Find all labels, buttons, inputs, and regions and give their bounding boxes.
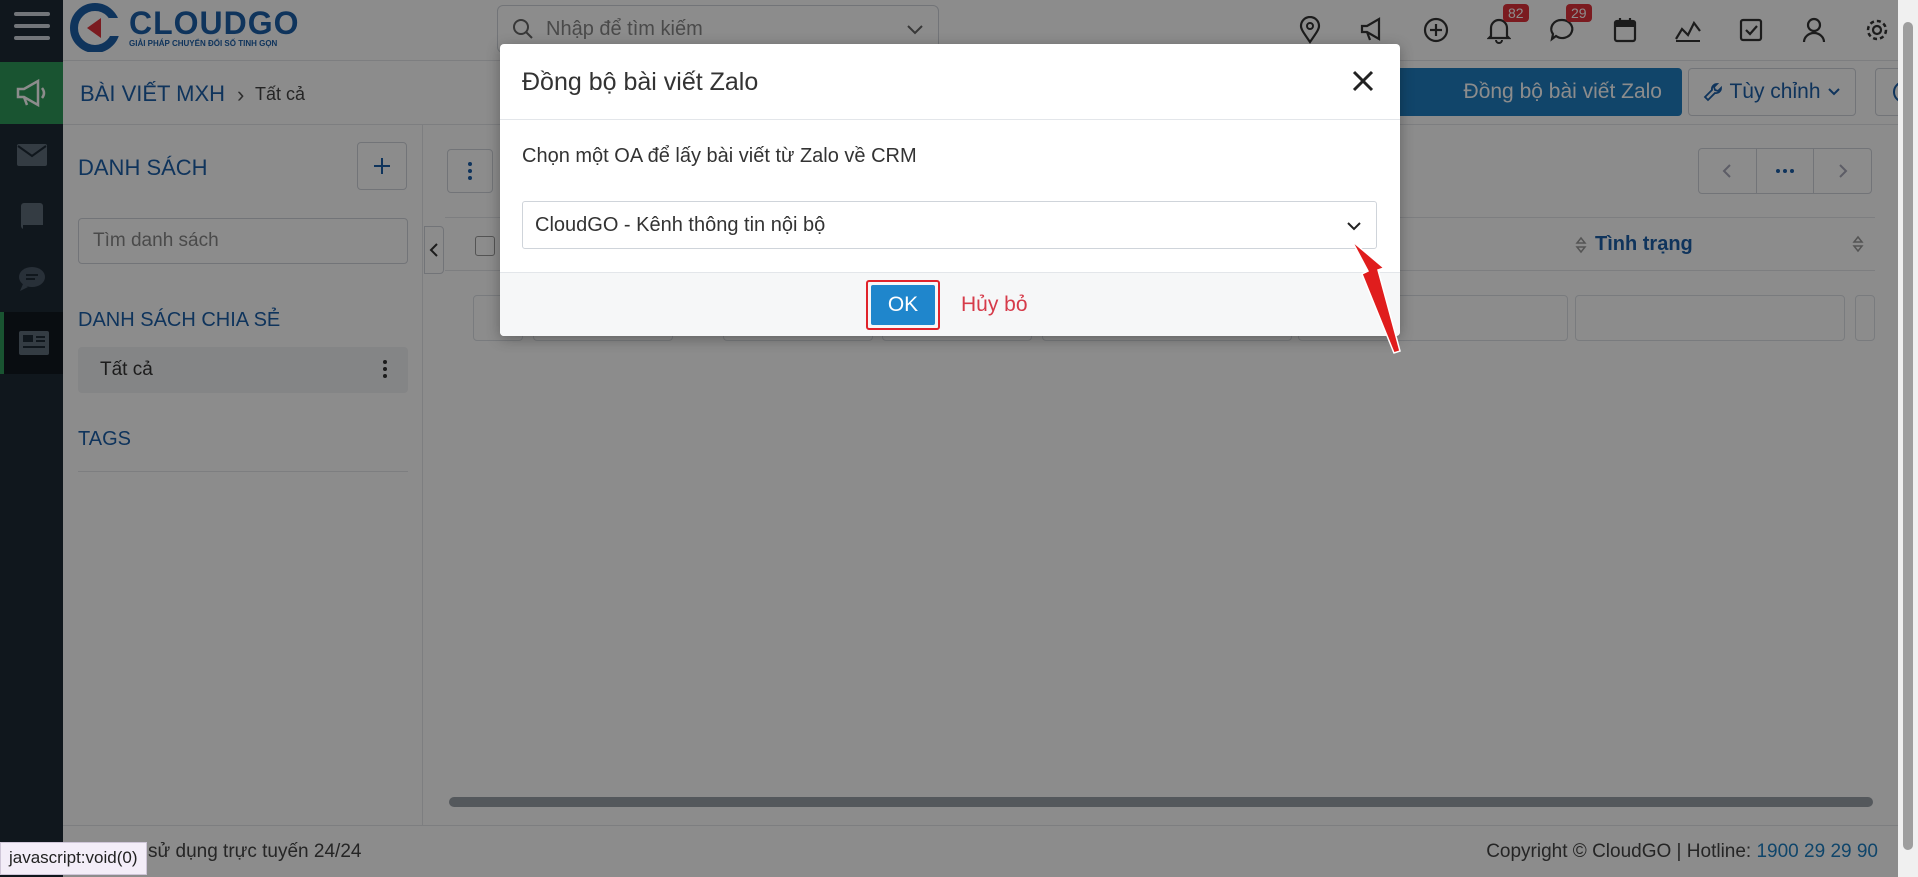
browser-status-url: javascript:void(0) [0,842,147,875]
cancel-link[interactable]: Hủy bỏ [961,293,1028,317]
sync-zalo-modal: Đồng bộ bài viết Zalo Chọn một OA để lấy… [500,44,1400,336]
page-vertical-scrollbar[interactable] [1898,0,1918,877]
modal-header: Đồng bộ bài viết Zalo [500,44,1400,120]
oa-select-dropdown[interactable]: CloudGO - Kênh thông tin nội bộ [522,201,1377,249]
ok-button[interactable]: OK [871,285,935,325]
annotation-arrow-icon [1351,240,1401,354]
modal-title: Đồng bộ bài viết Zalo [522,68,759,96]
close-icon[interactable] [1346,64,1380,98]
scrollbar-thumb[interactable] [1903,22,1913,850]
ok-button-highlight[interactable]: OK [866,280,940,330]
oa-selected-value: CloudGO - Kênh thông tin nội bộ [535,213,826,236]
modal-prompt: Chọn một OA để lấy bài viết từ Zalo về C… [522,145,917,167]
chevron-down-icon [1347,222,1361,231]
modal-footer: OK Hủy bỏ [500,272,1400,336]
